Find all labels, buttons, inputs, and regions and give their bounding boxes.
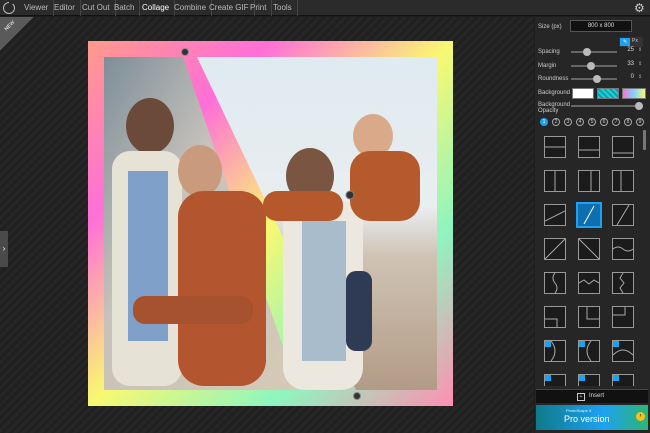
layout-option-selected[interactable] <box>576 202 602 228</box>
layout-option[interactable] <box>544 204 566 226</box>
layout-option[interactable] <box>544 306 566 328</box>
layout-page-5[interactable]: 5 <box>588 118 596 126</box>
layout-option[interactable] <box>544 238 566 260</box>
layout-option[interactable] <box>578 136 600 158</box>
margin-value[interactable]: 33 <box>620 61 634 67</box>
spacing-slider[interactable] <box>571 48 617 56</box>
unit-px-toggle[interactable]: ✎ Px <box>619 37 643 47</box>
layout-option-pro[interactable] <box>612 340 634 362</box>
layout-option[interactable] <box>612 204 634 226</box>
layout-page-6[interactable]: 6 <box>600 118 608 126</box>
new-badge: NEW <box>0 17 34 51</box>
background-opacity-slider[interactable] <box>571 102 643 110</box>
divider-handle-bottom[interactable] <box>353 392 361 400</box>
size-dropdown[interactable]: 800 x 800 <box>570 20 632 32</box>
layout-page-1[interactable]: 1 <box>540 118 548 126</box>
background-color-white[interactable] <box>572 88 594 99</box>
layout-option[interactable] <box>544 170 566 192</box>
layout-option[interactable] <box>612 306 634 328</box>
divider-handle-top[interactable] <box>181 48 189 56</box>
layout-option-pro[interactable] <box>544 340 566 362</box>
roundness-value[interactable]: 0 <box>620 74 634 80</box>
layout-option[interactable] <box>578 272 600 294</box>
layout-page-3[interactable]: 3 <box>564 118 572 126</box>
margin-label: Margin <box>538 63 557 69</box>
background-opacity-label-2: Opacity <box>538 108 559 114</box>
layout-option[interactable] <box>612 170 634 192</box>
background-label: Background <box>538 90 571 96</box>
insert-label: Insert <box>589 393 605 399</box>
layout-option[interactable] <box>544 272 566 294</box>
layout-option-pro[interactable] <box>578 340 600 362</box>
expand-left-panel-button[interactable]: › <box>0 231 8 267</box>
collage-preview[interactable] <box>88 41 453 406</box>
size-label: Size (px) <box>538 24 562 30</box>
margin-slider[interactable] <box>571 62 617 70</box>
layout-option-pro[interactable] <box>578 374 600 386</box>
roundness-label: Roundness <box>538 76 569 82</box>
roundness-slider[interactable] <box>571 75 617 83</box>
insert-button[interactable]: + Insert <box>536 389 648 403</box>
layout-option[interactable] <box>544 136 566 158</box>
app-logo-icon[interactable] <box>3 0 15 14</box>
unit-px-label: Px <box>632 38 638 44</box>
spacing-stepper-icon[interactable]: ⇕ <box>638 47 642 53</box>
margin-slider-knob[interactable] <box>587 62 595 70</box>
layout-grid-scrollbar[interactable] <box>643 130 646 150</box>
insert-icon: + <box>577 393 585 401</box>
layout-option[interactable] <box>612 136 634 158</box>
layout-page-9[interactable]: 9 <box>636 118 644 126</box>
layout-page-8[interactable]: 8 <box>624 118 632 126</box>
layout-option-pro[interactable] <box>544 374 566 386</box>
layout-page-2[interactable]: 2 <box>552 118 560 126</box>
divider-handle-middle[interactable] <box>345 190 355 200</box>
spacing-slider-knob[interactable] <box>583 48 591 56</box>
top-menu-bar: Viewer Editor Cut Out Batch Collage Comb… <box>0 0 650 16</box>
collage-canvas-area: NEW › <box>0 17 534 433</box>
spacing-label: Spacing <box>538 49 560 55</box>
pro-version-label: Pro version <box>564 414 610 424</box>
pro-arrow-icon: › <box>636 412 645 421</box>
layout-option[interactable] <box>612 238 634 260</box>
layout-option[interactable] <box>578 170 600 192</box>
layout-page-4[interactable]: 4 <box>576 118 584 126</box>
background-opacity-knob[interactable] <box>635 102 643 110</box>
layout-option[interactable] <box>578 238 600 260</box>
layout-page-7[interactable]: 7 <box>612 118 620 126</box>
roundness-stepper-icon[interactable]: ⇕ <box>638 74 642 80</box>
unit-edit-icon: ✎ <box>620 38 630 46</box>
pro-version-banner[interactable]: PhotoScape X Pro version › <box>536 405 648 430</box>
layout-option[interactable] <box>578 306 600 328</box>
background-pattern-teal[interactable] <box>597 88 619 99</box>
settings-gear-icon[interactable]: ⚙ <box>634 1 645 15</box>
menu-tools[interactable]: Tools <box>268 0 298 16</box>
margin-stepper-icon[interactable]: ⇕ <box>638 61 642 67</box>
menu-batch[interactable]: Batch <box>109 0 141 16</box>
layout-grid <box>536 130 642 386</box>
spacing-value[interactable]: 25 <box>620 47 634 53</box>
layout-option[interactable] <box>612 272 634 294</box>
background-gradient-rainbow[interactable] <box>622 88 646 99</box>
pro-small-label: PhotoScape X <box>566 408 592 413</box>
roundness-slider-knob[interactable] <box>593 75 601 83</box>
layout-option-pro[interactable] <box>612 374 634 386</box>
